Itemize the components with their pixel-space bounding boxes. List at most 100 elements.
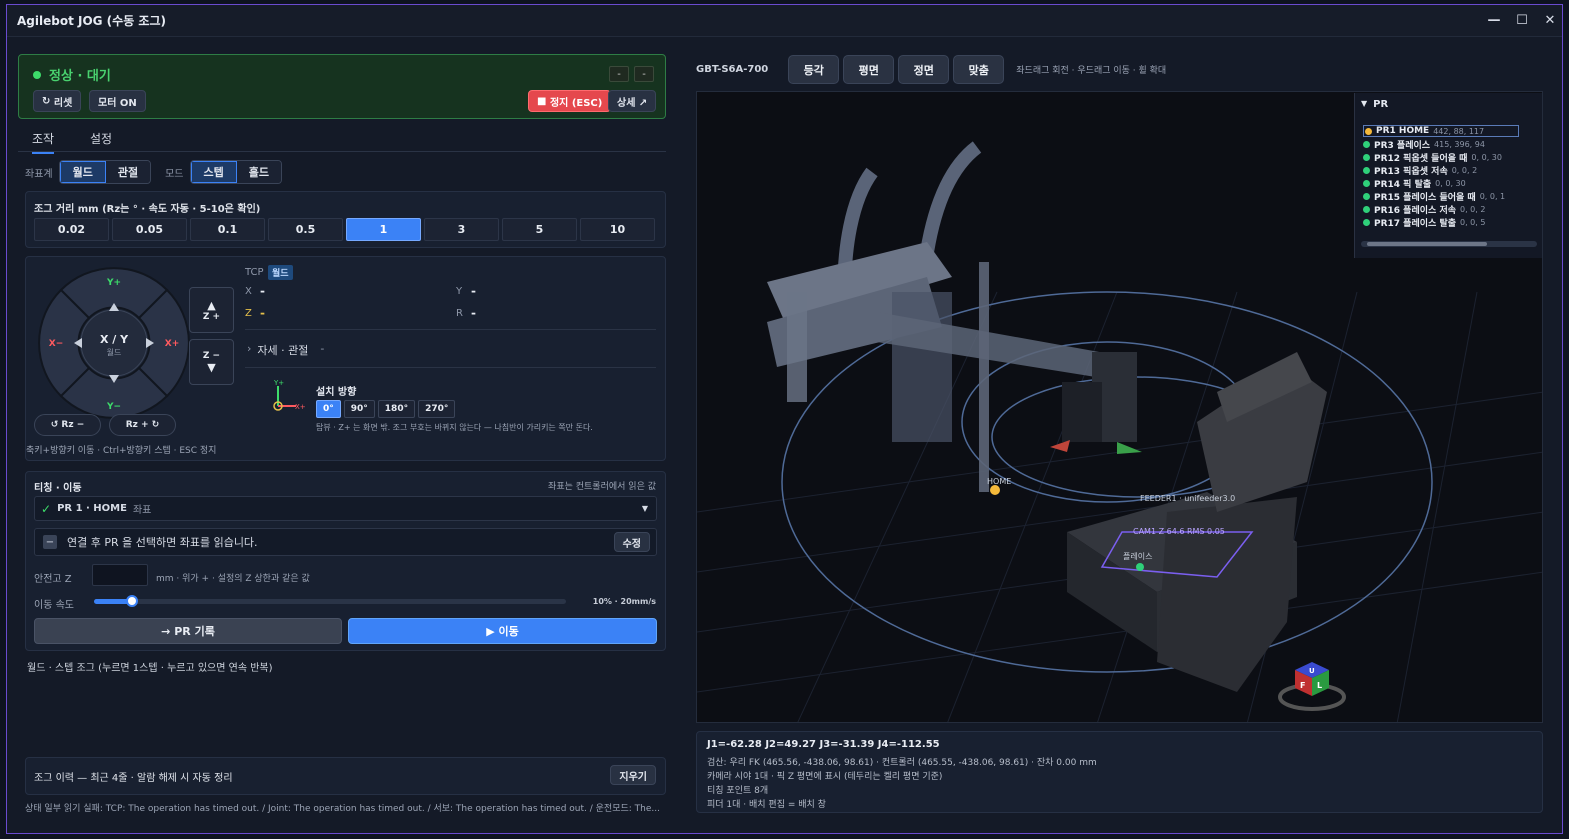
- place-label: 플레이스: [1123, 551, 1152, 561]
- view-front-button[interactable]: 정면: [898, 55, 950, 84]
- jog-hint: 축키+방향키 이동 · Ctrl+방향키 스텝 · ESC 정지: [26, 446, 217, 456]
- pr-dot-icon: [1363, 141, 1370, 148]
- jog-step-4[interactable]: 1: [346, 218, 421, 241]
- jog-step-2[interactable]: 0.1: [190, 218, 265, 241]
- close-icon[interactable]: ✕: [1538, 9, 1562, 33]
- record-pr-button[interactable]: → PR 기록: [34, 618, 342, 644]
- rz-minus-button[interactable]: ↺ Rz −: [34, 414, 101, 436]
- detail-button[interactable]: 상세 ↗: [608, 90, 657, 112]
- pr-list-scrollbar[interactable]: [1361, 241, 1537, 247]
- pr-item-name: PR17 플레이스 탈출: [1374, 219, 1456, 229]
- minimize-icon[interactable]: —: [1482, 9, 1506, 33]
- pr-list-item[interactable]: PR17 플레이스 탈출 0, 0, 5: [1363, 216, 1485, 229]
- tcp-y-value: -: [471, 284, 476, 298]
- pr-list-scroll-thumb[interactable]: [1367, 242, 1487, 246]
- pr-list-item[interactable]: PR15 플레이스 들어올 때 0, 0, 1: [1363, 190, 1505, 203]
- view-iso-button[interactable]: 등각: [788, 55, 840, 84]
- pr-list-item[interactable]: PR16 플레이스 저속 0, 0, 2: [1363, 203, 1485, 216]
- motor-on-button[interactable]: 모터 ON: [89, 90, 146, 112]
- pr-select-name: PR 1 · HOME: [57, 503, 127, 514]
- tab-operate[interactable]: 조작: [32, 130, 55, 154]
- pr-list-panel: ▼ PR PR1 HOME 442, 88, 117 PR3 플레이스 415, 39…: [1354, 93, 1542, 258]
- tcp-r-label: R: [456, 308, 463, 319]
- pr-item-name: PR3 플레이스: [1374, 141, 1431, 151]
- jog-distance-steps: 0.02 0.05 0.1 0.5 1 3 5 10: [34, 218, 655, 241]
- jog-step-7[interactable]: 10: [580, 218, 655, 241]
- window-title: Agilebot JOG (수동 조그): [17, 14, 166, 28]
- xy-center-label: X / Y: [100, 333, 129, 346]
- frame-joint-option[interactable]: 관절: [105, 161, 151, 183]
- safe-z-input[interactable]: [92, 564, 148, 586]
- place-marker: [1136, 563, 1144, 571]
- view-cube-gizmo[interactable]: U F L: [1278, 662, 1346, 711]
- mode-label: 모드: [165, 168, 184, 180]
- jog-step-3[interactable]: 0.5: [268, 218, 343, 241]
- pr-dot-icon: [1363, 180, 1370, 187]
- jog-step-6[interactable]: 5: [502, 218, 577, 241]
- collapse-icon[interactable]: −: [43, 535, 57, 549]
- y-plus-label: Y+: [106, 278, 121, 288]
- install-title: 설치 방향: [316, 387, 357, 398]
- 3d-viewport[interactable]: HOME 플레이스 FEEDER1 · unifeeder3.0 CAM1 Z …: [696, 91, 1543, 723]
- pr-list-item[interactable]: PR14 픽 탈출 0, 0, 30: [1363, 177, 1466, 190]
- check-icon: ✓: [41, 501, 52, 516]
- mode-hold-option[interactable]: 홀드: [236, 161, 282, 183]
- status-mini-b[interactable]: -: [634, 66, 654, 82]
- safe-z-label: 안전고 Z: [34, 574, 72, 585]
- pr-list-item[interactable]: PR12 픽옵셋 들어올 때 0, 0, 30: [1363, 151, 1502, 164]
- refresh-icon: ↻: [42, 95, 54, 107]
- feeder-label: FEEDER1 · unifeeder3.0: [1140, 494, 1235, 503]
- z-minus-button[interactable]: Z − ▼: [189, 339, 234, 385]
- tab-settings[interactable]: 설정: [90, 130, 112, 147]
- rz-plus-button[interactable]: Rz + ↻: [109, 414, 176, 436]
- pr-list-item[interactable]: PR3 플레이스 415, 396, 94: [1363, 138, 1485, 151]
- install-option-1[interactable]: 90°: [343, 400, 375, 418]
- frame-segment: 월드 관절: [58, 160, 152, 184]
- install-option-2[interactable]: 180°: [377, 400, 416, 418]
- xy-center-sublabel: 월드: [107, 347, 122, 357]
- pr-list-item[interactable]: PR1 HOME 442, 88, 117: [1363, 125, 1519, 137]
- pr-list-item[interactable]: PR13 픽옵셋 저속 0, 0, 2: [1363, 164, 1477, 177]
- pr-select[interactable]: ✓ PR 1 · HOME 좌표 ▼: [34, 496, 657, 521]
- pr-item-name: PR1 HOME: [1376, 126, 1430, 136]
- edit-button[interactable]: 수정: [613, 532, 650, 552]
- install-option-0[interactable]: 0°: [316, 400, 341, 418]
- pr-item-coords: 0, 0, 1: [1479, 192, 1506, 201]
- rotate-cw-icon: ↻: [148, 420, 160, 430]
- jog-step-1[interactable]: 0.05: [112, 218, 187, 241]
- status-mini-a[interactable]: -: [609, 66, 629, 82]
- tcp-r-value: -: [471, 306, 476, 320]
- view-fit-button[interactable]: 맞춤: [953, 55, 1005, 84]
- posture-row[interactable]: › 자세 · 관절 -: [247, 342, 324, 358]
- collapse-chevron-icon[interactable]: ▼: [1361, 99, 1367, 110]
- clear-history-button[interactable]: 지우기: [610, 765, 656, 785]
- footer-hint: 월드 · 스텝 조그 (누르면 1스텝 · 누르고 있으면 연속 반복): [27, 663, 273, 674]
- stop-button[interactable]: ■ 정지 (ESC): [528, 90, 612, 112]
- frame-world-option[interactable]: 월드: [59, 161, 106, 183]
- tcp-z-value: -: [260, 306, 265, 320]
- jog-step-5[interactable]: 3: [424, 218, 499, 241]
- scara-robot: [767, 141, 1137, 492]
- speed-slider-handle[interactable]: [125, 595, 138, 607]
- robot-model-label: GBT-S6A-700: [696, 64, 769, 75]
- pr-dot-icon: [1363, 206, 1370, 213]
- jog-distance-panel: 조그 거리 mm (Rz는 ° · 속도 자동 · 5-10은 확인) 0.02…: [25, 191, 666, 248]
- jog-step-0[interactable]: 0.02: [34, 218, 109, 241]
- pr-dot-icon: [1365, 127, 1372, 135]
- reset-button[interactable]: ↻ 리셋: [33, 90, 82, 112]
- coord-mode-row: 좌표계 월드 관절 모드 스텝 홀드: [25, 160, 283, 184]
- chevron-right-icon: ›: [247, 342, 252, 355]
- pr-info-row: − 연결 후 PR 을 선택하면 좌표를 읽습니다. 수정: [34, 528, 657, 556]
- z-plus-button[interactable]: ▲ Z +: [189, 287, 234, 333]
- pr-select-tag: 좌표: [132, 505, 152, 516]
- speed-value: 10% · 20mm/s: [592, 597, 656, 606]
- speed-slider[interactable]: [94, 595, 566, 607]
- tcp-label: TCP: [245, 267, 264, 278]
- move-button[interactable]: ▶ 이동: [348, 618, 657, 644]
- view-top-button[interactable]: 평면: [843, 55, 895, 84]
- camera-label: CAM1 Z 64.6 RMS 0.05: [1133, 527, 1225, 536]
- maximize-icon[interactable]: ☐: [1510, 9, 1534, 33]
- pr-item-name: PR12 픽옵셋 들어올 때: [1374, 154, 1468, 164]
- install-option-3[interactable]: 270°: [418, 400, 456, 418]
- mode-step-option[interactable]: 스텝: [190, 161, 237, 183]
